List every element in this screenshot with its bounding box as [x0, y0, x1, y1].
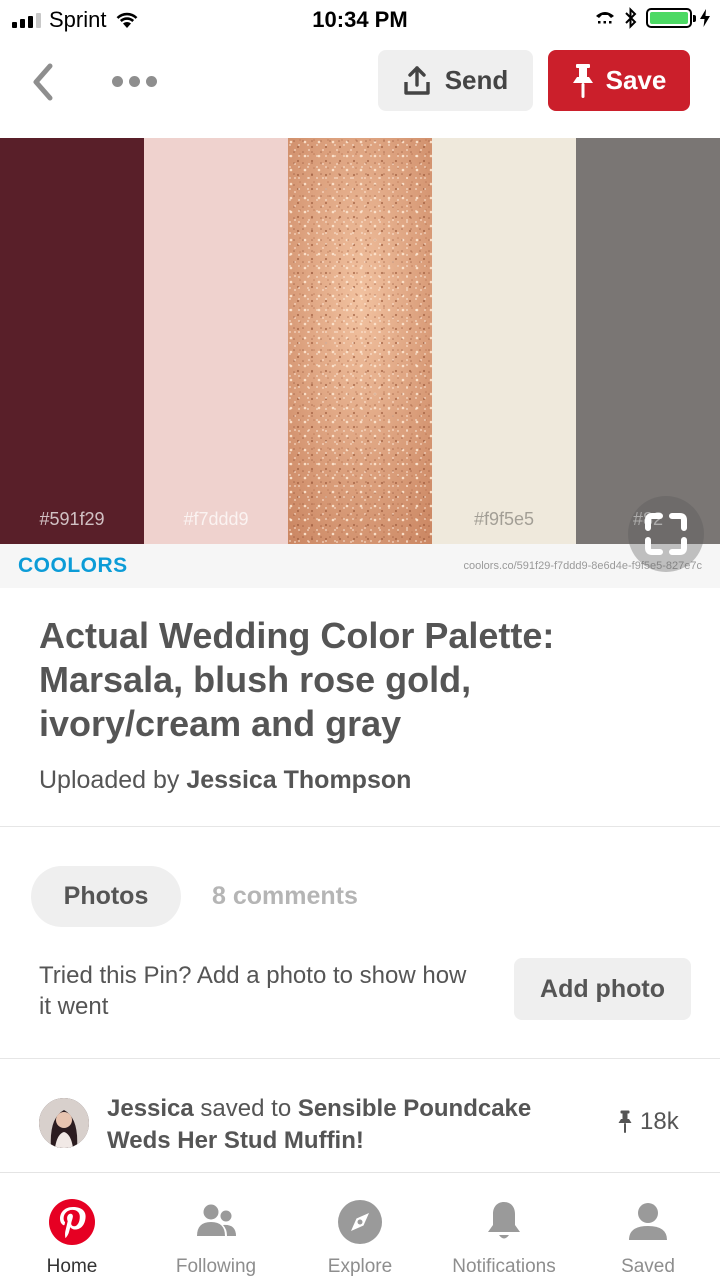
uploader-name-link[interactable]: Jessica Thompson — [186, 766, 411, 794]
coolors-logo: COOLORS — [18, 554, 128, 577]
color-swatch-5: #82 — [576, 138, 720, 544]
color-swatch-1: #591f29 — [0, 138, 144, 544]
tty-icon — [596, 12, 614, 24]
pinterest-logo-icon — [49, 1199, 95, 1245]
coolors-footer: COOLORS coolors.co/591f29-f7ddd9-8e6d4e-… — [0, 544, 720, 588]
chevron-left-icon — [33, 63, 53, 101]
nav-explore[interactable]: Explore — [288, 1172, 432, 1280]
saved-to-board-text: Jessica saved to Sensible Poundcake Weds… — [107, 1093, 597, 1157]
pin-title: Actual Wedding Color Palette: Marsala, b… — [39, 615, 555, 744]
pin-count: 18k — [618, 1108, 679, 1136]
more-options-button[interactable] — [112, 68, 157, 94]
status-bar: Sprint 10:34 PM — [0, 0, 720, 40]
divider — [0, 1058, 720, 1059]
color-swatch-4: #f9f5e5 — [432, 138, 576, 544]
tab-photos[interactable]: Photos — [31, 866, 181, 927]
nav-saved-label: Saved — [621, 1256, 675, 1277]
swatch-hex-label: #591f29 — [39, 509, 105, 529]
dot-icon — [129, 75, 140, 87]
nav-notifications-label: Notifications — [452, 1256, 556, 1277]
nav-explore-label: Explore — [327, 1256, 393, 1277]
nav-following[interactable]: Following — [144, 1172, 288, 1280]
save-label: Save — [605, 65, 667, 95]
uploaded-by-prefix: Uploaded by — [39, 766, 187, 794]
saver-name-link[interactable]: Jessica — [107, 1095, 194, 1122]
swatch-hex-label: #f9f5e5 — [473, 509, 535, 529]
avatar[interactable] — [39, 1098, 89, 1148]
pushpin-icon — [618, 1110, 632, 1133]
bluetooth-icon — [625, 7, 637, 29]
battery-icon — [646, 8, 696, 28]
back-button[interactable] — [26, 62, 66, 102]
visual-search-button[interactable] — [628, 496, 704, 572]
bell-icon — [488, 1202, 520, 1239]
share-icon — [404, 65, 430, 95]
tried-this-pin-prompt: Tried this Pin? Add a photo to show how … — [39, 962, 467, 1020]
people-icon — [197, 1204, 236, 1236]
send-button[interactable]: Send — [378, 50, 533, 111]
divider — [0, 826, 720, 827]
uploaded-by: Uploaded by Jessica Thompson — [39, 766, 411, 795]
avatar-photo — [39, 1098, 89, 1148]
nav-home[interactable]: Home — [0, 1172, 144, 1280]
pin-image[interactable]: #591f29 #f7ddd9 #f9f5e5 #82 COOLORS cool… — [0, 138, 720, 588]
send-label: Send — [444, 65, 509, 95]
save-button[interactable]: Save — [548, 50, 690, 111]
charging-icon — [700, 9, 710, 27]
dot-icon — [112, 75, 123, 87]
swatch-hex-label: #f7ddd9 — [183, 509, 249, 529]
dot-icon — [146, 75, 157, 87]
pin-count-value: 18k — [640, 1108, 679, 1135]
status-right — [594, 7, 710, 29]
nav-home-label: Home — [46, 1256, 98, 1277]
compass-icon — [338, 1200, 382, 1244]
profile-icon — [629, 1203, 667, 1240]
pushpin-icon — [572, 63, 593, 98]
nav-following-label: Following — [175, 1256, 257, 1277]
color-swatch-3 — [288, 138, 432, 544]
tab-comments[interactable]: 8 comments — [212, 882, 358, 911]
glitter-texture — [288, 138, 432, 544]
color-swatch-2: #f7ddd9 — [144, 138, 288, 544]
color-palette: #591f29 #f7ddd9 #f9f5e5 #82 — [0, 138, 720, 544]
saved-to-verb: saved to — [193, 1095, 298, 1122]
add-photo-button[interactable]: Add photo — [514, 958, 691, 1020]
nav-notifications[interactable]: Notifications — [432, 1172, 576, 1280]
nav-saved[interactable]: Saved — [576, 1172, 720, 1280]
visual-search-icon — [645, 513, 687, 555]
